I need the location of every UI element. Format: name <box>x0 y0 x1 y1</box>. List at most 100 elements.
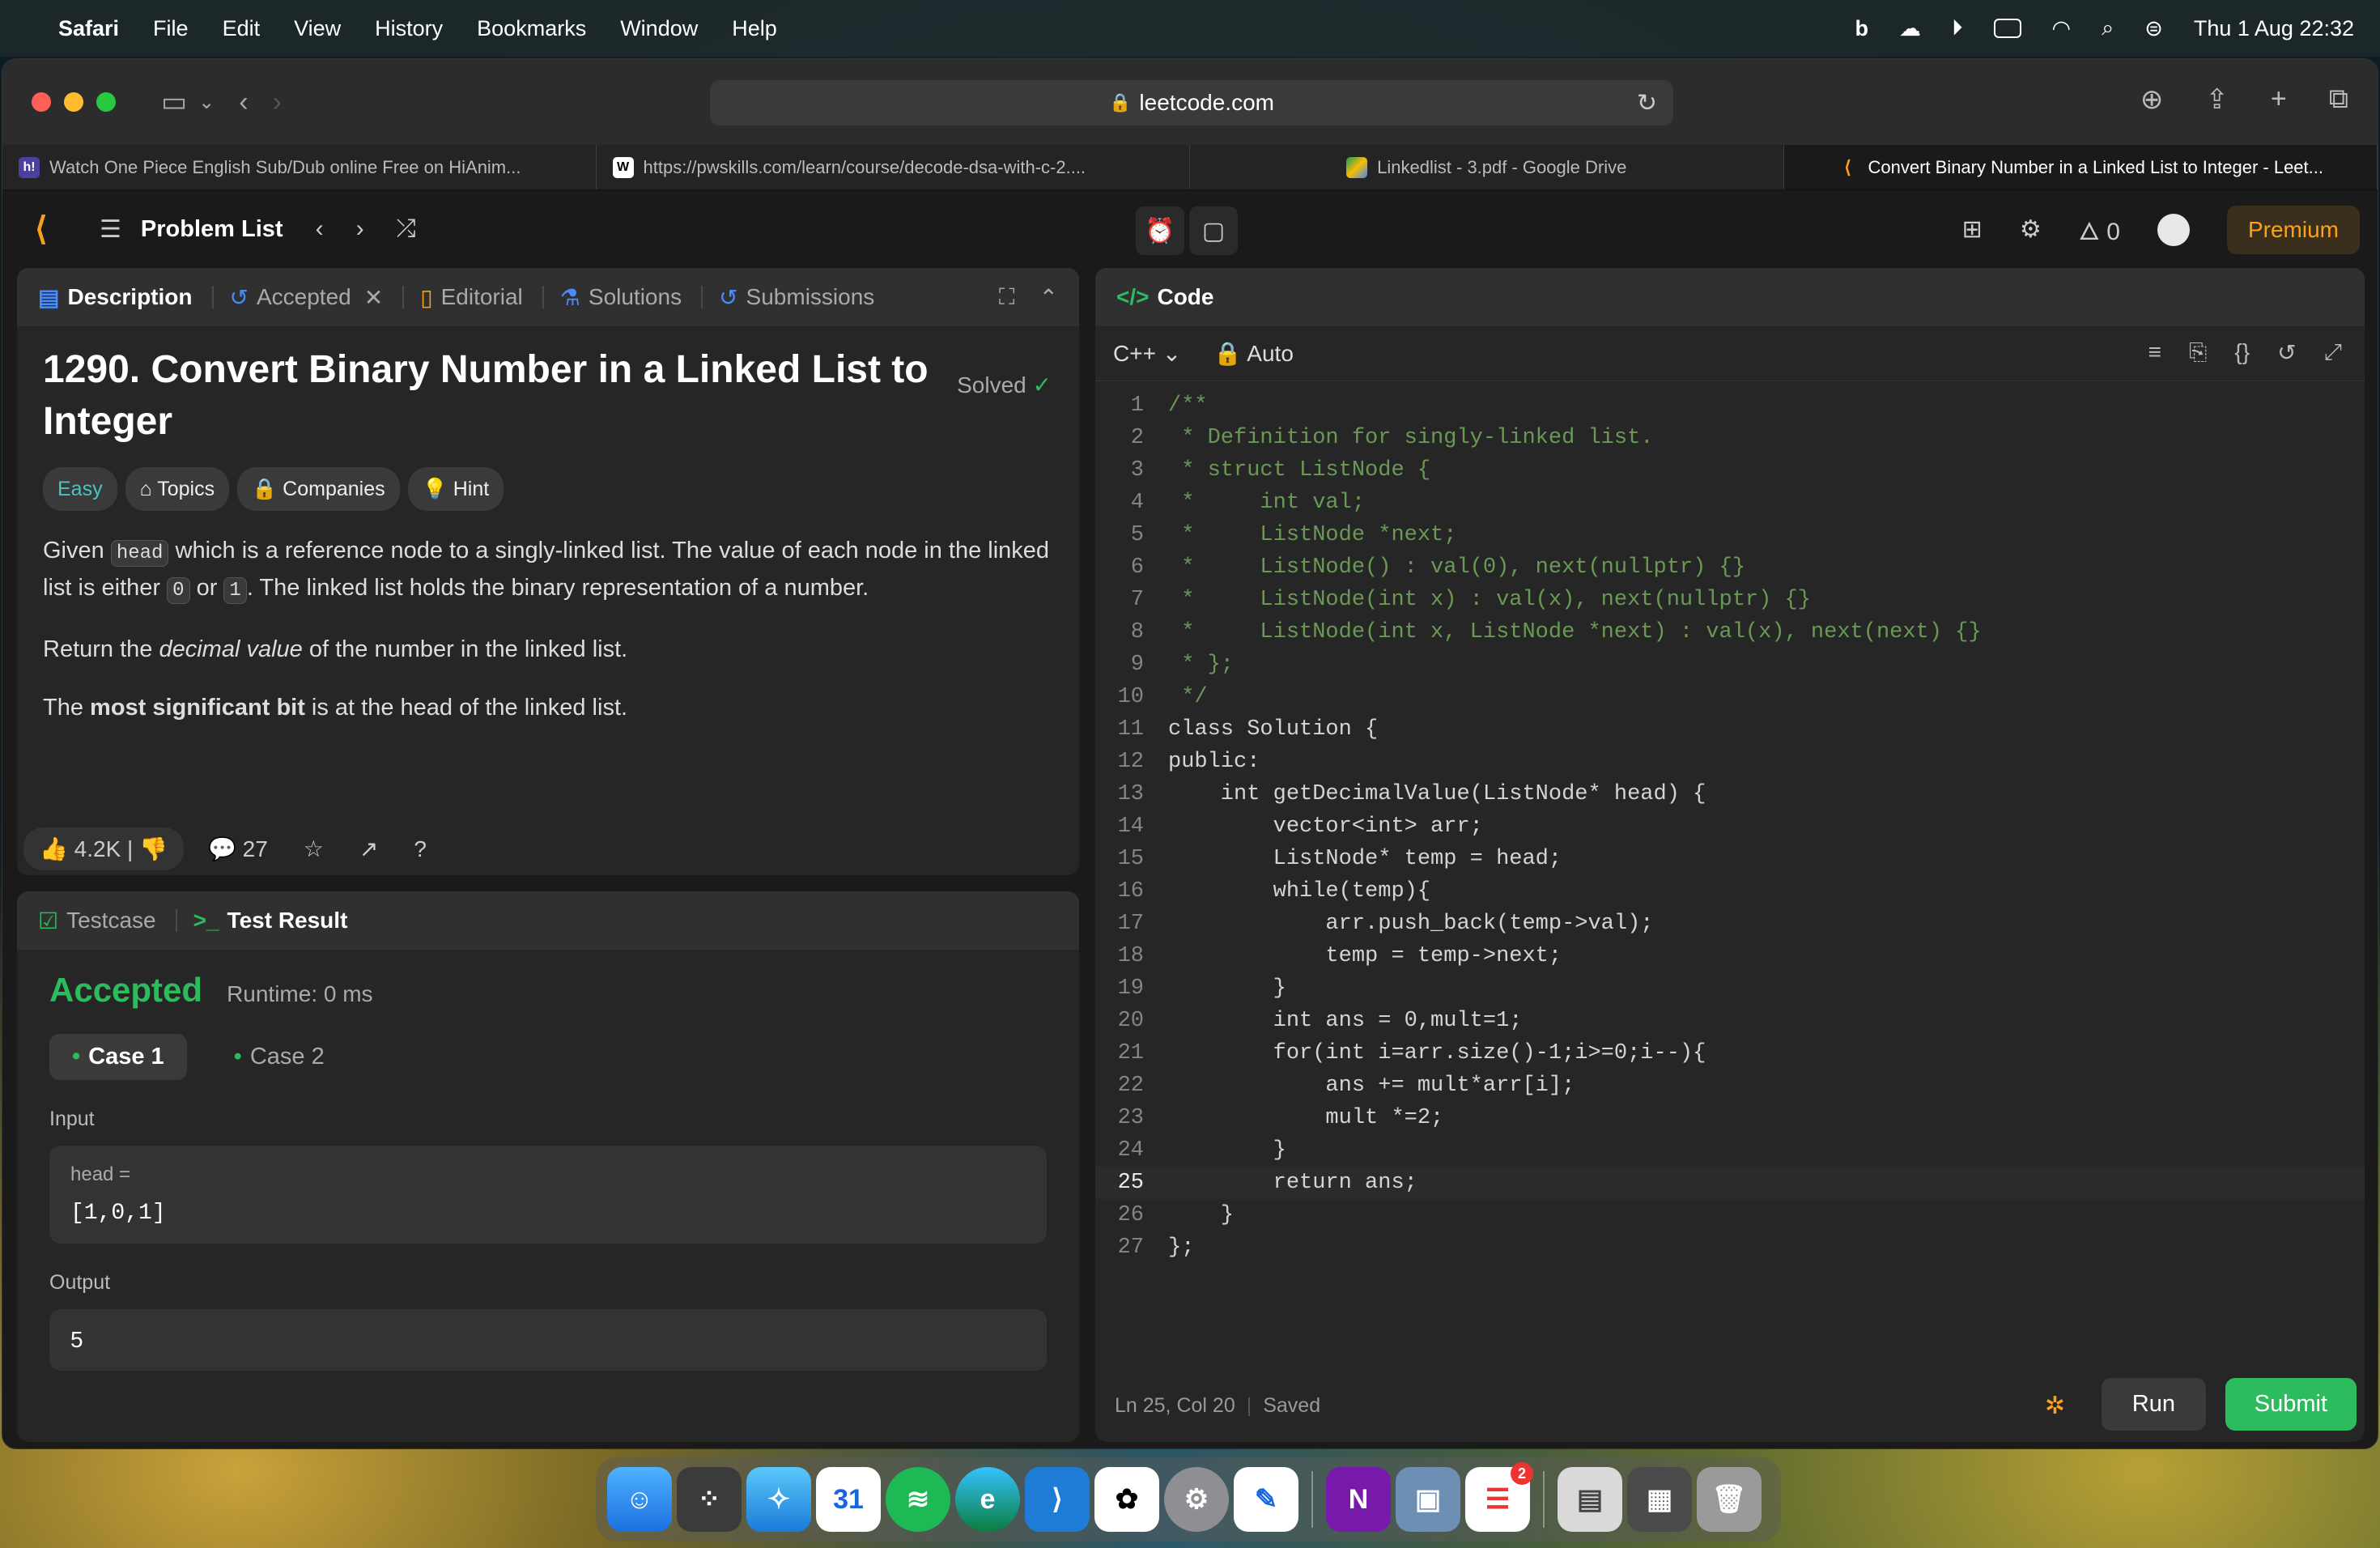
tab-hianime[interactable]: h! Watch One Piece English Sub/Dub onlin… <box>2 145 597 189</box>
sidebar-toggle-icon[interactable]: ▭ <box>161 86 187 118</box>
spotlight-search-icon[interactable]: ⌕ <box>2102 15 2114 41</box>
code-line[interactable]: 2 * Definition for singly-linked list. <box>1095 422 2365 454</box>
submit-button[interactable]: Submit <box>2225 1378 2357 1431</box>
battery-icon[interactable] <box>1993 19 2021 38</box>
list-icon[interactable]: ☰ <box>100 215 121 244</box>
companies-chip[interactable]: 🔒 Companies <box>237 467 400 511</box>
avatar[interactable] <box>2157 213 2190 246</box>
forward-icon[interactable]: › <box>273 87 282 118</box>
fullscreen-icon[interactable]: ⛶ <box>999 284 1015 311</box>
calendar-icon[interactable]: 31 <box>816 1467 881 1532</box>
share-icon[interactable]: ⇪ <box>2205 83 2229 116</box>
code-line[interactable]: 6 * ListNode() : val(0), next(nullptr) {… <box>1095 551 2365 584</box>
tab-pwskills[interactable]: W https://pwskills.com/learn/course/deco… <box>597 145 1190 189</box>
close-tab-icon[interactable]: ✕ <box>364 284 383 311</box>
chevron-down-icon[interactable]: ⌄ <box>198 91 215 114</box>
trash-icon[interactable]: 🗑 <box>1697 1467 1762 1532</box>
menu-edit[interactable]: Edit <box>223 16 261 41</box>
run-button[interactable]: Run <box>2101 1378 2206 1431</box>
spotify-icon[interactable]: ≋ <box>886 1467 950 1532</box>
downloads-icon[interactable]: ⊕ <box>2140 83 2164 116</box>
play-icon[interactable]: ⏵ <box>1952 15 1963 41</box>
system-settings-icon[interactable]: ⚙ <box>1164 1467 1229 1532</box>
code-line[interactable]: 26 } <box>1095 1199 2365 1231</box>
back-icon[interactable]: ‹ <box>239 87 248 118</box>
tab-editorial[interactable]: ▯ Editorial <box>420 284 523 311</box>
collapse-icon[interactable]: ⌃ <box>1039 284 1058 311</box>
code-line[interactable]: 17 arr.push_back(temp->val); <box>1095 908 2365 940</box>
code-line[interactable]: 27}; <box>1095 1231 2365 1264</box>
code-line[interactable]: 5 * ListNode *next; <box>1095 519 2365 551</box>
new-tab-icon[interactable]: + <box>2271 83 2287 116</box>
menu-help[interactable]: Help <box>732 16 777 41</box>
menu-view[interactable]: View <box>294 16 341 41</box>
address-bar[interactable]: 🔒 leetcode.com ↻ <box>710 80 1673 125</box>
debug-icon[interactable]: ✲ <box>2045 1392 2065 1420</box>
tab-overview-icon[interactable]: ⧉ <box>2329 83 2348 116</box>
zoom-window-button[interactable] <box>96 92 116 112</box>
code-line[interactable]: 13 int getDecimalValue(ListNode* head) { <box>1095 778 2365 810</box>
reminders-icon[interactable]: ☰ 2 <box>1465 1462 1533 1532</box>
help-icon[interactable]: ? <box>414 836 427 862</box>
chatgpt-icon[interactable]: ✿ <box>1094 1467 1159 1532</box>
code-editor[interactable]: 1 /** 2 * Definition for singly-linked lis… <box>1095 389 2365 1264</box>
thumbs-down-icon[interactable]: 👎 <box>139 836 168 861</box>
premium-button[interactable]: Premium <box>2226 205 2360 254</box>
finder-icon[interactable]: ☺ <box>607 1467 672 1532</box>
hint-chip[interactable]: 💡 Hint <box>407 467 504 511</box>
star-icon[interactable]: ☆ <box>304 836 324 862</box>
timer-icon[interactable]: ⏰ <box>1136 206 1184 255</box>
launchpad-icon[interactable]: ⁘ <box>677 1467 742 1532</box>
menu-window[interactable]: Window <box>620 16 698 41</box>
code-line[interactable]: 4 * int val; <box>1095 487 2365 519</box>
like-button[interactable]: 👍 4.2K | 👎 <box>23 827 184 870</box>
code-line[interactable]: 24 } <box>1095 1134 2365 1167</box>
safari-icon[interactable]: ✧ <box>746 1467 811 1532</box>
code-line[interactable]: 25 return ans; <box>1095 1167 2365 1199</box>
tab-accepted[interactable]: ↺ Accepted ✕ <box>230 284 384 311</box>
menu-app-name[interactable]: Safari <box>58 16 119 41</box>
streak-counter[interactable]: 🜂 0 <box>2079 205 2120 254</box>
next-problem-icon[interactable]: › <box>356 215 364 243</box>
code-line[interactable]: 15 ListNode* temp = head; <box>1095 843 2365 875</box>
documents-folder-icon[interactable]: ▤ <box>1558 1467 1622 1532</box>
code-line[interactable]: 7 * ListNode(int x) : val(x), next(nullp… <box>1095 584 2365 616</box>
leetcode-logo-icon[interactable]: ⟨ <box>35 213 67 245</box>
code-line[interactable]: 22 ans += mult*arr[i]; <box>1095 1070 2365 1102</box>
autocomplete-toggle[interactable]: 🔒 Auto <box>1213 340 1294 367</box>
wifi-icon[interactable]: ◠ <box>2052 16 2072 41</box>
vscode-icon[interactable]: ⟩ <box>1025 1467 1090 1532</box>
share-icon[interactable]: ↗ <box>359 836 378 862</box>
code-line[interactable]: 10 */ <box>1095 681 2365 713</box>
code-line[interactable]: 3 * struct ListNode { <box>1095 454 2365 487</box>
language-select[interactable]: C++ ⌄ <box>1113 340 1181 367</box>
control-center-icon[interactable]: ⊜ <box>2144 16 2163 41</box>
tab-submissions[interactable]: ↺ Submissions <box>719 284 874 311</box>
code-line[interactable]: 14 vector<int> arr; <box>1095 810 2365 843</box>
onenote-icon[interactable]: N <box>1326 1467 1391 1532</box>
close-window-button[interactable] <box>32 92 51 112</box>
menu-history[interactable]: History <box>375 16 443 41</box>
tab-google-drive[interactable]: Linkedlist - 3.pdf - Google Drive <box>1190 145 1784 189</box>
format-icon[interactable]: ≡ <box>2148 339 2161 366</box>
tab-solutions[interactable]: ⚗ Solutions <box>560 284 682 311</box>
reload-icon[interactable]: ↻ <box>1637 89 1657 117</box>
preview-icon[interactable]: ▣ <box>1396 1467 1460 1532</box>
problem-list-link[interactable]: Problem List <box>141 216 283 243</box>
freeform-icon[interactable]: ✎ <box>1234 1467 1298 1532</box>
menu-clock[interactable]: Thu 1 Aug 22:32 <box>2194 16 2354 41</box>
tab-leetcode[interactable]: ⟨ Convert Binary Number in a Linked List… <box>1783 145 2378 189</box>
braces-icon[interactable]: {} <box>2234 339 2250 366</box>
code-line[interactable]: 9 * }; <box>1095 649 2365 681</box>
case-1-button[interactable]: • Case 1 <box>49 1034 187 1080</box>
reset-icon[interactable]: ↺ <box>2277 339 2296 366</box>
tab-test-result[interactable]: >_ Test Result <box>193 908 348 933</box>
tab-description[interactable]: ▤ Description <box>38 284 193 311</box>
edge-icon[interactable]: e <box>955 1467 1020 1532</box>
code-line[interactable]: 16 while(temp){ <box>1095 875 2365 908</box>
prev-problem-icon[interactable]: ‹ <box>316 215 324 243</box>
notes-icon[interactable]: ▢ <box>1189 206 1238 255</box>
bookmark-icon[interactable]: ⎘ <box>2189 339 2207 366</box>
menu-file[interactable]: File <box>153 16 189 41</box>
code-line[interactable]: 12 public: <box>1095 746 2365 778</box>
